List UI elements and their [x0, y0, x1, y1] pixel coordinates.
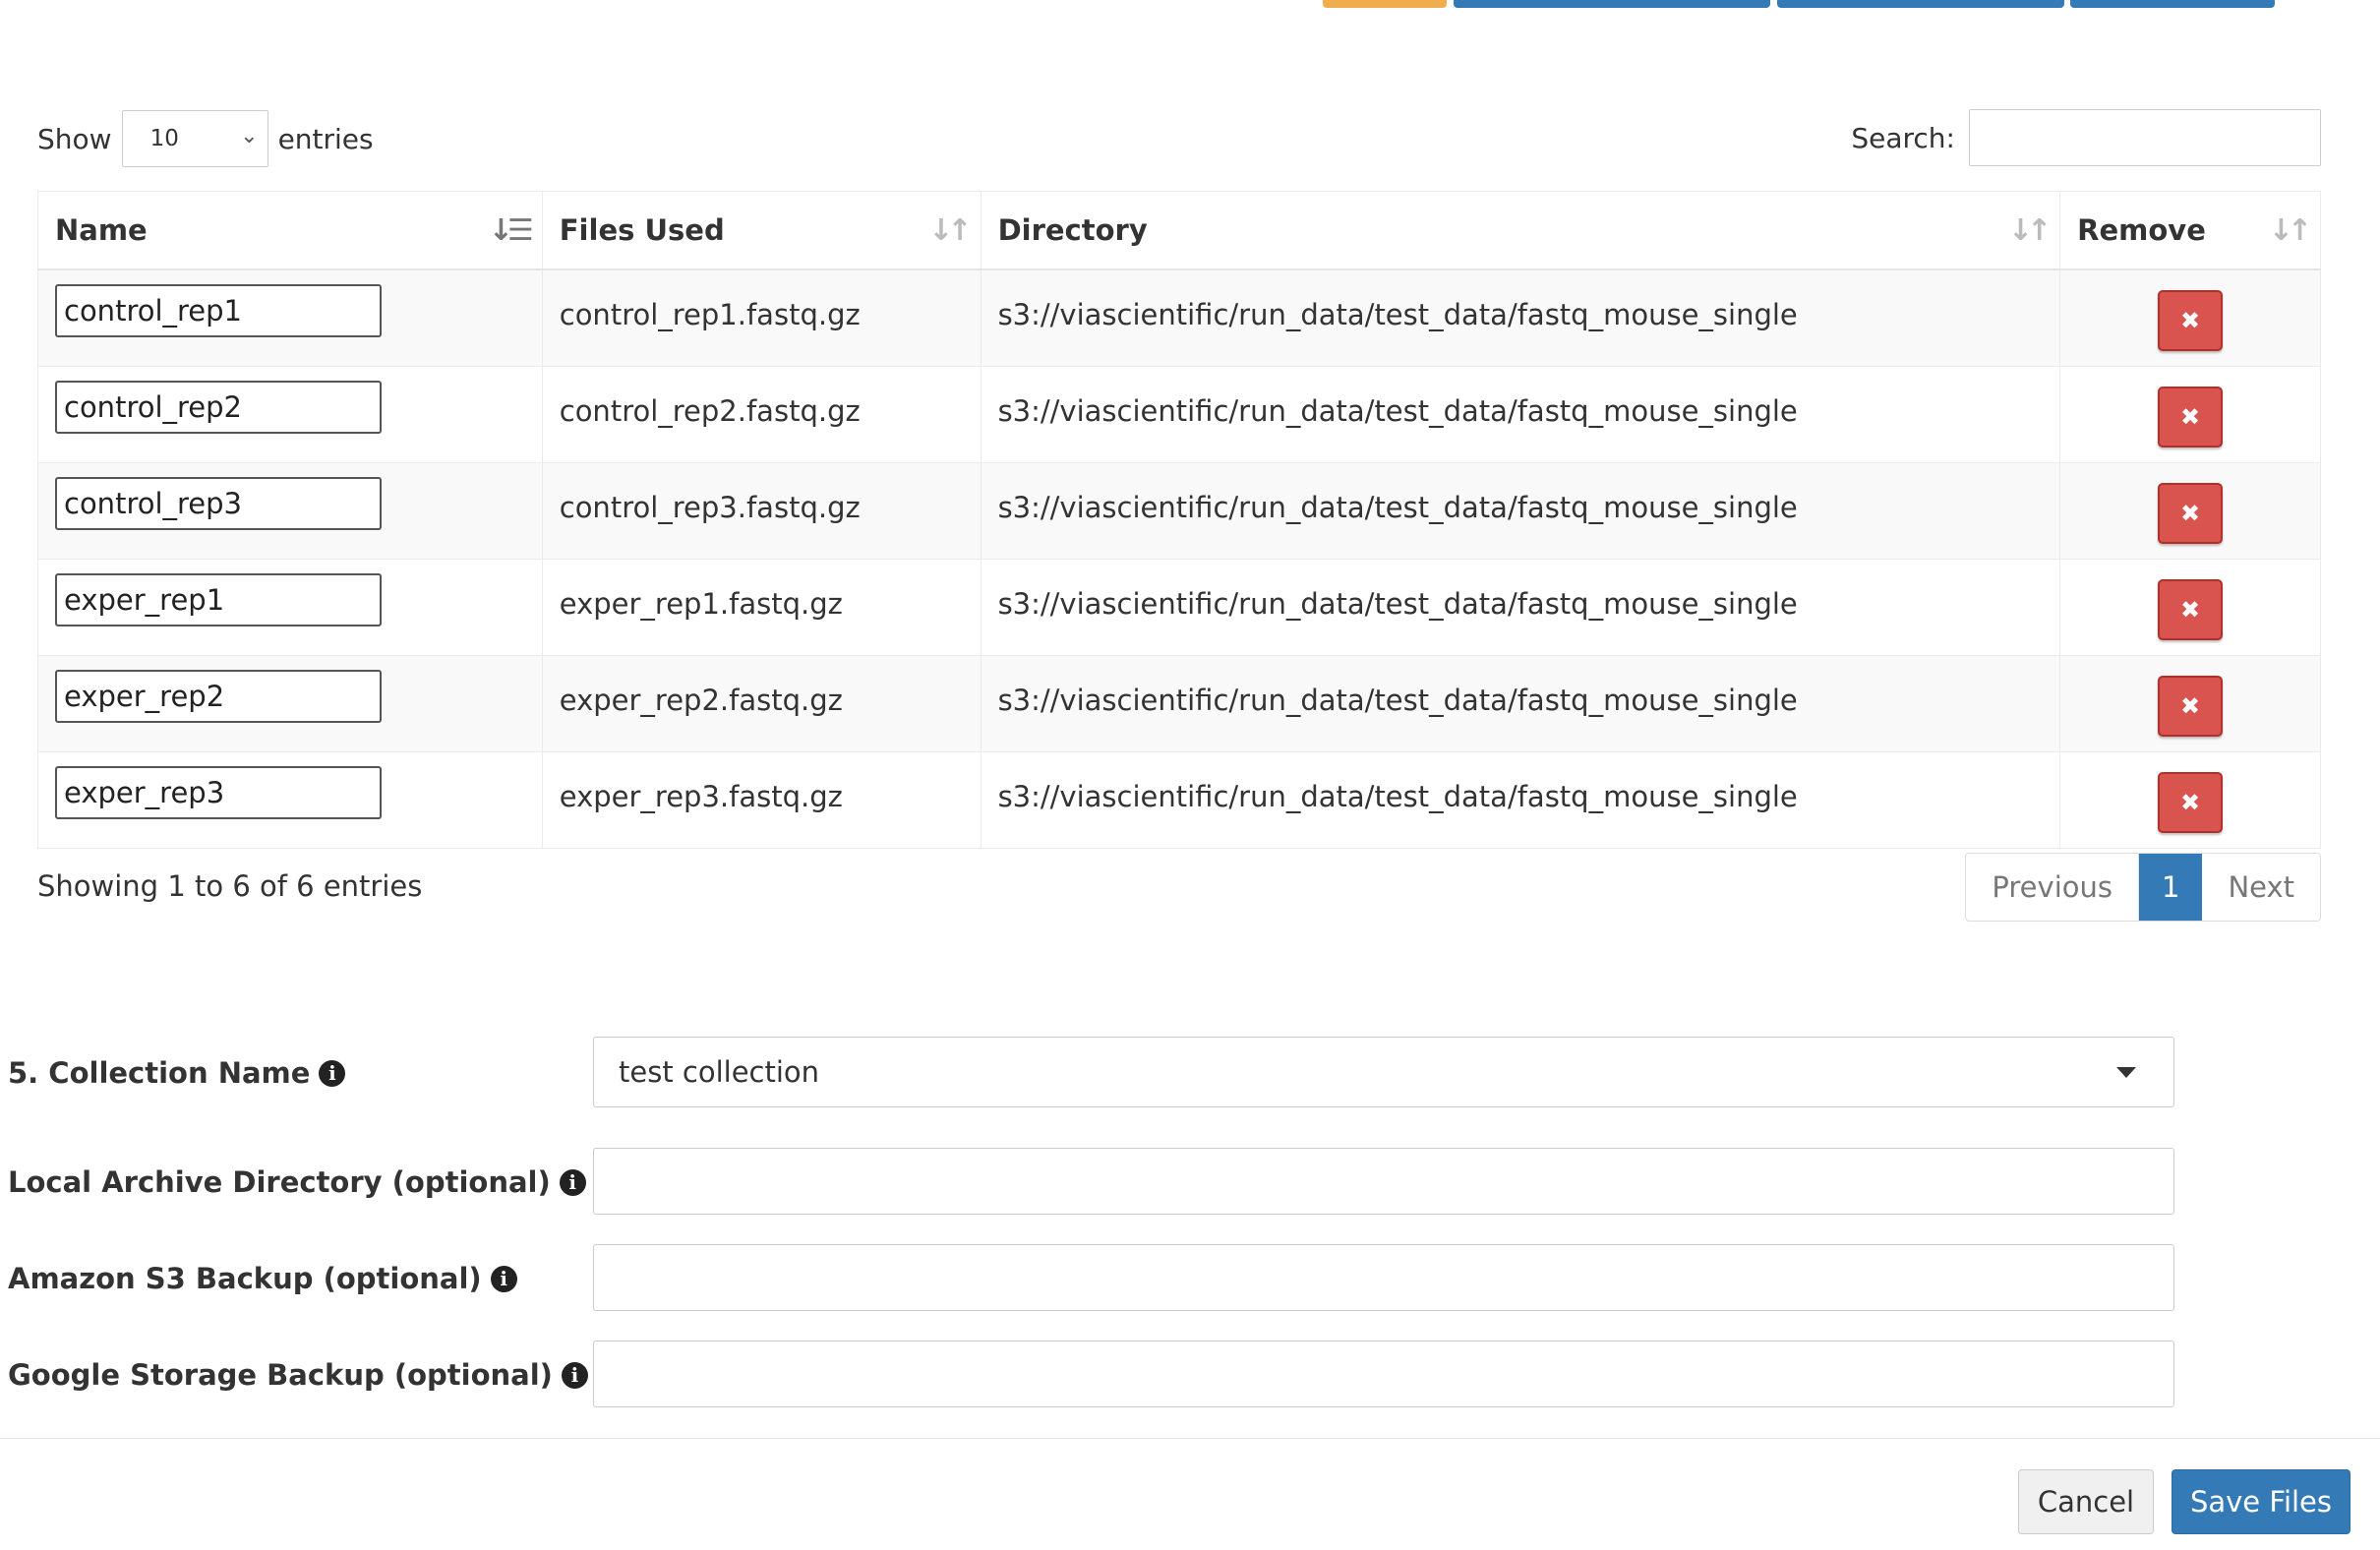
column-header-files-used[interactable]: Files Used ↓↑	[542, 191, 982, 270]
remove-button[interactable]: ✖	[2158, 675, 2224, 737]
name-cell	[37, 366, 543, 463]
sort-icon: ↓↑	[2268, 213, 2312, 248]
google-backup-label: Google Storage Backup (optional) i	[8, 1358, 588, 1392]
save-files-button[interactable]: Save Files	[2172, 1469, 2350, 1534]
info-icon[interactable]: i	[319, 1059, 346, 1087]
sample-name-input[interactable]	[55, 669, 382, 723]
search-label: Search:	[1851, 121, 1955, 154]
directory-cell: s3://viascientific/run_data/test_data/fa…	[981, 751, 2061, 849]
collection-name-label: 5. Collection Name i	[8, 1056, 346, 1090]
table-row: exper_rep3.fastq.gz s3://viascientific/r…	[37, 751, 2321, 849]
sort-icon: ↓↑	[2007, 213, 2052, 248]
file-cell: exper_rep2.fastq.gz	[542, 655, 982, 752]
table-row: exper_rep1.fastq.gz s3://viascientific/r…	[37, 559, 2321, 656]
directory-cell: s3://viascientific/run_data/test_data/fa…	[981, 559, 2061, 656]
length-menu: Show 10 ⌄ entries	[37, 110, 374, 167]
name-cell	[37, 462, 543, 560]
pagination-previous[interactable]: Previous	[1966, 854, 2139, 921]
search-input[interactable]	[1969, 109, 2321, 166]
table-info: Showing 1 to 6 of 6 entries	[37, 869, 423, 903]
remove-button[interactable]: ✖	[2158, 290, 2224, 351]
remove-button[interactable]: ✖	[2158, 482, 2224, 544]
collection-name-dropdown[interactable]: test collection	[593, 1037, 2174, 1107]
file-cell: exper_rep3.fastq.gz	[542, 751, 982, 849]
entries-select[interactable]: 10	[121, 110, 268, 167]
sample-name-input[interactable]	[55, 380, 382, 434]
s3-backup-label: Amazon S3 Backup (optional) i	[8, 1262, 517, 1295]
toolbar-button-blue-1[interactable]	[1454, 0, 1770, 8]
table-row: control_rep1.fastq.gz s3://viascientific…	[37, 269, 2321, 367]
directory-cell: s3://viascientific/run_data/test_data/fa…	[981, 462, 2061, 560]
info-icon[interactable]: i	[559, 1168, 586, 1196]
sort-ascending-icon: ↓☰	[488, 213, 534, 248]
files-table: Name ↓☰ Files Used ↓↑ Directory ↓↑ Remov…	[37, 191, 2321, 849]
toolbar-button-blue-3[interactable]	[2070, 0, 2275, 8]
local-archive-label: Local Archive Directory (optional) i	[8, 1165, 586, 1199]
directory-cell: s3://viascientific/run_data/test_data/fa…	[981, 269, 2061, 367]
sort-icon: ↓↑	[928, 213, 972, 248]
table-row: exper_rep2.fastq.gz s3://viascientific/r…	[37, 655, 2321, 752]
pagination: Previous 1 Next	[1965, 853, 2321, 922]
google-backup-input[interactable]	[593, 1341, 2174, 1407]
column-header-name[interactable]: Name ↓☰	[37, 191, 543, 270]
sample-name-input[interactable]	[55, 284, 382, 337]
info-icon[interactable]: i	[561, 1361, 588, 1389]
remove-cell: ✖	[2059, 462, 2321, 560]
local-archive-input[interactable]	[593, 1148, 2174, 1215]
file-cell: control_rep3.fastq.gz	[542, 462, 982, 560]
times-icon: ✖	[2180, 499, 2201, 527]
name-cell	[37, 655, 543, 752]
pagination-page-1[interactable]: 1	[2138, 854, 2203, 921]
remove-button[interactable]: ✖	[2158, 771, 2224, 833]
file-cell: control_rep1.fastq.gz	[542, 269, 982, 367]
file-cell: exper_rep1.fastq.gz	[542, 559, 982, 656]
sample-name-input[interactable]	[55, 572, 382, 626]
times-icon: ✖	[2180, 402, 2201, 431]
remove-cell: ✖	[2059, 655, 2321, 752]
table-row: control_rep2.fastq.gz s3://viascientific…	[37, 366, 2321, 463]
pagination-next[interactable]: Next	[2202, 854, 2320, 921]
caret-down-icon	[2116, 1067, 2136, 1078]
name-cell	[37, 751, 543, 849]
collection-name-value: test collection	[619, 1055, 820, 1089]
directory-cell: s3://viascientific/run_data/test_data/fa…	[981, 366, 2061, 463]
remove-cell: ✖	[2059, 366, 2321, 463]
toolbar-button-orange[interactable]	[1323, 0, 1447, 8]
directory-cell: s3://viascientific/run_data/test_data/fa…	[981, 655, 2061, 752]
column-header-directory[interactable]: Directory ↓↑	[981, 191, 2061, 270]
remove-button[interactable]: ✖	[2158, 386, 2224, 447]
cancel-button[interactable]: Cancel	[2018, 1469, 2154, 1534]
file-cell: control_rep2.fastq.gz	[542, 366, 982, 463]
entries-label: entries	[277, 122, 374, 155]
footer-divider	[0, 1438, 2380, 1439]
column-header-remove[interactable]: Remove ↓↑	[2059, 191, 2321, 270]
times-icon: ✖	[2180, 307, 2201, 334]
sample-name-input[interactable]	[55, 476, 382, 530]
table-row: control_rep3.fastq.gz s3://viascientific…	[37, 462, 2321, 560]
search-area: Search:	[1851, 109, 2321, 166]
toolbar-button-blue-2[interactable]	[1777, 0, 2064, 8]
times-icon: ✖	[2180, 788, 2201, 816]
entries-select-wrapper[interactable]: 10 ⌄	[112, 110, 278, 167]
table-header-row: Name ↓☰ Files Used ↓↑ Directory ↓↑ Remov…	[37, 191, 2321, 270]
times-icon: ✖	[2180, 595, 2201, 624]
show-label: Show	[37, 122, 112, 155]
remove-button[interactable]: ✖	[2158, 578, 2224, 640]
remove-cell: ✖	[2059, 751, 2321, 849]
name-cell	[37, 559, 543, 656]
sample-name-input[interactable]	[55, 765, 382, 819]
remove-cell: ✖	[2059, 269, 2321, 367]
info-icon[interactable]: i	[490, 1265, 517, 1292]
name-cell	[37, 269, 543, 367]
times-icon: ✖	[2180, 691, 2201, 720]
s3-backup-input[interactable]	[593, 1244, 2174, 1311]
remove-cell: ✖	[2059, 559, 2321, 656]
